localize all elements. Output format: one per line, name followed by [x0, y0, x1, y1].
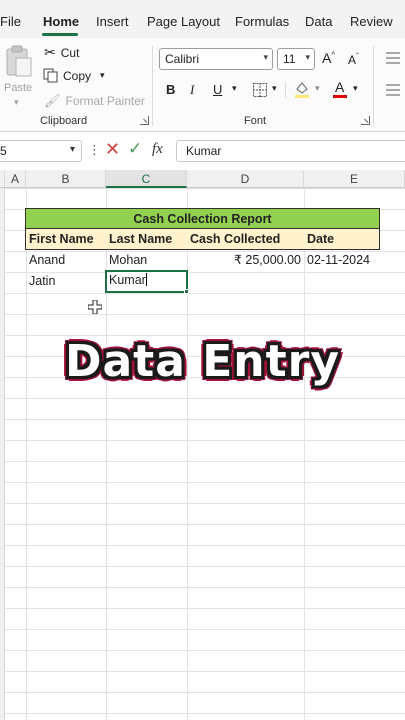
clipboard-launcher-icon[interactable]	[140, 116, 149, 125]
group-divider	[373, 46, 374, 126]
grow-font-button[interactable]: A^	[322, 50, 335, 66]
chevron-down-icon: ▾	[69, 144, 75, 155]
font-color-dropdown-icon[interactable]: ▾	[353, 83, 358, 94]
borders-dropdown-icon[interactable]: ▾	[272, 83, 277, 94]
tab-page-layout[interactable]: Page Layout	[147, 14, 220, 29]
paste-label: Paste	[4, 82, 33, 94]
align-icon[interactable]	[386, 84, 400, 96]
format-painter-button[interactable]: 🖌 Format Painter	[44, 93, 145, 109]
tab-formulas[interactable]: Formulas	[235, 14, 289, 29]
active-cell-text: Kumar	[109, 273, 146, 287]
cell-select-cursor-icon	[88, 300, 102, 314]
cell-last-name[interactable]: Mohan	[106, 250, 187, 271]
ribbon-tab-bar: File Home Insert Page Layout Formulas Da…	[0, 0, 405, 38]
font-group-label: Font	[244, 115, 267, 127]
shrink-font-button[interactable]: Aˇ	[348, 52, 359, 67]
video-caption: Data Entry	[64, 336, 341, 387]
active-cell-editor[interactable]: Kumar	[105, 270, 188, 293]
fill-color-dropdown-icon[interactable]: ▾	[315, 83, 320, 94]
format-painter-label: Format Painter	[65, 94, 145, 108]
font-color-button[interactable]: A	[333, 79, 349, 99]
column-header-a[interactable]: A	[5, 170, 26, 188]
report-title-cell[interactable]: Cash Collection Report	[25, 208, 380, 229]
column-header-b[interactable]: B	[26, 170, 106, 188]
header-cell-date[interactable]: Date	[304, 229, 380, 250]
text-caret	[145, 273, 147, 286]
paste-dropdown-icon[interactable]: ▾	[14, 97, 19, 108]
align-icon[interactable]	[386, 52, 400, 64]
cell-first-name[interactable]: Jatin	[26, 271, 106, 292]
column-header-d[interactable]: D	[187, 170, 304, 188]
paste-icon	[6, 45, 32, 77]
scissors-icon: ✂	[44, 44, 56, 60]
font-size-value: 11	[283, 52, 296, 66]
header-cell-last-name[interactable]: Last Name	[106, 229, 188, 250]
header-cell-first-name[interactable]: First Name	[25, 229, 107, 250]
name-box[interactable]: 5 ▾	[0, 140, 82, 162]
confirm-entry-icon[interactable]: ✓	[128, 139, 142, 159]
cell-cash-collected[interactable]: ₹ 25,000.00	[187, 250, 304, 271]
insert-function-button[interactable]: fx	[152, 141, 163, 158]
more-options-icon[interactable]: ⋮	[88, 142, 101, 158]
column-header-c[interactable]: C	[106, 170, 187, 188]
cancel-entry-icon[interactable]: ✕	[105, 139, 120, 160]
tab-file[interactable]: File	[0, 14, 21, 29]
chevron-down-icon: ▾	[305, 52, 310, 62]
underline-button[interactable]: U	[213, 82, 222, 97]
active-tab-indicator	[42, 33, 78, 36]
font-color-bar	[333, 95, 347, 98]
name-box-value: 5	[0, 144, 7, 158]
font-name-select[interactable]: Calibri ▾	[159, 48, 273, 70]
cut-label: Cut	[60, 45, 80, 60]
underline-dropdown-icon[interactable]: ▾	[232, 83, 237, 94]
paintbrush-icon: 🖌	[44, 93, 61, 108]
chevron-down-icon: ▾	[263, 52, 268, 62]
tab-data[interactable]: Data	[305, 14, 332, 29]
fill-color-icon[interactable]	[294, 80, 310, 98]
copy-dropdown-icon[interactable]: ▾	[100, 70, 105, 81]
cell-date[interactable]: 02-11-2024	[304, 250, 405, 271]
paste-button[interactable]: Paste ▾	[2, 42, 36, 107]
header-cell-cash-collected[interactable]: Cash Collected	[187, 229, 305, 250]
copy-label: Copy	[63, 68, 92, 83]
bold-button[interactable]: B	[166, 82, 175, 97]
font-size-select[interactable]: 11 ▾	[277, 48, 315, 70]
formula-input[interactable]: Kumar	[176, 140, 405, 162]
row-header-strip	[0, 188, 5, 720]
italic-button[interactable]: I	[190, 82, 194, 98]
group-divider	[152, 46, 153, 126]
tab-insert[interactable]: Insert	[96, 14, 129, 29]
cell-first-name[interactable]: Anand	[26, 250, 106, 271]
copy-icon	[43, 68, 58, 83]
copy-button[interactable]: Copy ▾	[43, 68, 105, 83]
clipboard-group-label: Clipboard	[40, 115, 88, 127]
column-header-e[interactable]: E	[304, 170, 405, 188]
formula-bar: 5 ▾ ⋮ ✕ ✓ fx Kumar	[0, 136, 405, 166]
divider	[285, 82, 286, 98]
font-name-value: Calibri	[165, 52, 200, 66]
fill-handle[interactable]	[184, 289, 189, 294]
borders-icon[interactable]	[252, 82, 268, 98]
ribbon-home: Paste ▾ ✂ Cut Copy ▾ 🖌 Format Painter Cl…	[0, 38, 405, 132]
cut-button[interactable]: ✂ Cut	[44, 44, 79, 61]
font-launcher-icon[interactable]	[361, 116, 370, 125]
formula-value: Kumar	[186, 144, 222, 158]
tab-review[interactable]: Review	[350, 14, 393, 29]
tab-home[interactable]: Home	[43, 14, 79, 29]
